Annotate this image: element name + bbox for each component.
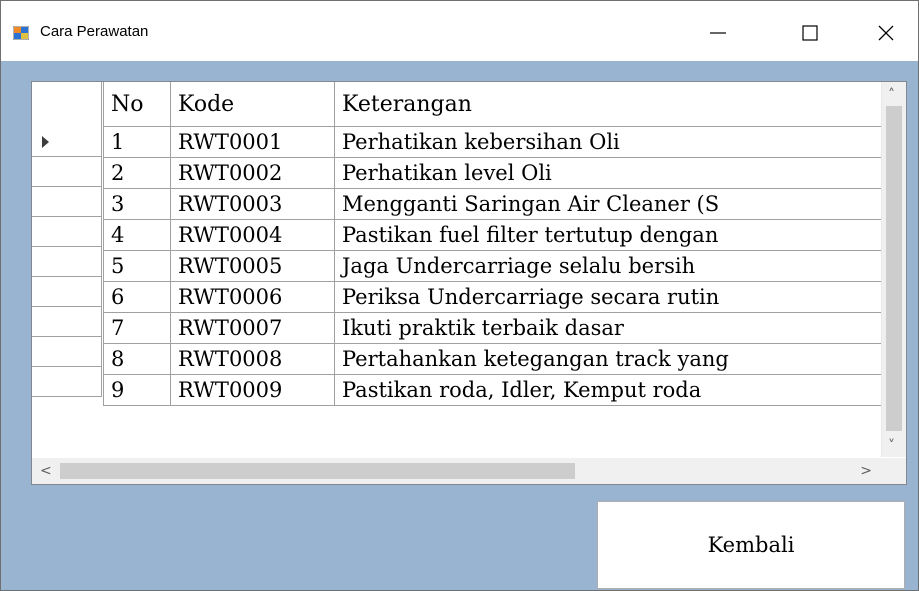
row-header-column: [32, 82, 102, 397]
cell-no[interactable]: 4: [103, 219, 171, 251]
scroll-down-icon[interactable]: ˅: [888, 439, 895, 453]
row-header-corner: [32, 82, 102, 127]
data-grid[interactable]: No Kode Keterangan 1 RWT0001 Perhatikan ke…: [31, 81, 907, 485]
cell-no[interactable]: 5: [103, 250, 171, 282]
maximize-button[interactable]: [787, 13, 833, 53]
cell-no[interactable]: 9: [103, 374, 171, 406]
cell-keterangan[interactable]: Pertahankan ketegangan track yang: [334, 343, 895, 375]
cell-keterangan[interactable]: Pastikan roda, Idler, Kemput roda: [334, 374, 895, 406]
cell-no[interactable]: 3: [103, 188, 171, 220]
row-header[interactable]: [32, 307, 102, 337]
window-title: Cara Perawatan: [40, 23, 149, 40]
column-header-row: No Kode Keterangan: [103, 82, 895, 127]
table-row[interactable]: 6 RWT0006 Periksa Undercarriage secara rut…: [103, 281, 895, 313]
close-icon: [878, 25, 894, 41]
cell-kode[interactable]: RWT0009: [170, 374, 335, 406]
scrollbar-corner: [882, 458, 906, 484]
scroll-up-icon[interactable]: ˄: [888, 88, 895, 102]
table-row[interactable]: 5 RWT0005 Jaga Undercarriage selalu bersih: [103, 250, 895, 282]
horizontal-scroll-thumb[interactable]: [60, 463, 575, 479]
row-header[interactable]: [32, 247, 102, 277]
cell-kode[interactable]: RWT0002: [170, 157, 335, 189]
minimize-icon: [710, 32, 726, 34]
table-row[interactable]: 8 RWT0008 Pertahankan ketegangan track yan…: [103, 343, 895, 375]
cell-no[interactable]: 7: [103, 312, 171, 344]
row-header[interactable]: [32, 187, 102, 217]
title-bar[interactable]: Cara Perawatan: [1, 1, 918, 61]
cell-keterangan[interactable]: Ikuti praktik terbaik dasar: [334, 312, 895, 344]
data-table: No Kode Keterangan 1 RWT0001 Perhatikan ke…: [103, 82, 895, 406]
cell-no[interactable]: 8: [103, 343, 171, 375]
cell-kode[interactable]: RWT0006: [170, 281, 335, 313]
cell-keterangan[interactable]: Jaga Undercarriage selalu bersih: [334, 250, 895, 282]
cell-kode[interactable]: RWT0004: [170, 219, 335, 251]
vertical-scrollbar[interactable]: ˄ ˅: [881, 82, 906, 457]
kembali-button[interactable]: Kembali: [597, 501, 905, 589]
row-header[interactable]: [32, 337, 102, 367]
row-header[interactable]: [32, 277, 102, 307]
cell-keterangan[interactable]: Mengganti Saringan Air Cleaner (S: [334, 188, 895, 220]
cell-kode[interactable]: RWT0001: [170, 126, 335, 158]
cell-no[interactable]: 1: [103, 126, 171, 158]
cell-no[interactable]: 6: [103, 281, 171, 313]
column-header-keterangan[interactable]: Keterangan: [334, 82, 895, 127]
current-row-pointer-icon: [42, 136, 49, 148]
row-header[interactable]: [32, 367, 102, 397]
scroll-left-icon[interactable]: <: [40, 464, 52, 478]
row-header[interactable]: [32, 127, 102, 157]
row-header[interactable]: [32, 217, 102, 247]
cell-kode[interactable]: RWT0005: [170, 250, 335, 282]
form-icon: [12, 25, 30, 41]
table-row[interactable]: 9 RWT0009 Pastikan roda, Idler, Kemput rod…: [103, 374, 895, 406]
cell-kode[interactable]: RWT0003: [170, 188, 335, 220]
cell-keterangan[interactable]: Perhatikan level Oli: [334, 157, 895, 189]
cell-keterangan[interactable]: Pastikan fuel filter tertutup dengan: [334, 219, 895, 251]
horizontal-scrollbar[interactable]: < >: [32, 458, 882, 484]
column-header-kode[interactable]: Kode: [170, 82, 335, 127]
app-window: Cara Perawatan No Kode Keterangan 1 RWT0…: [0, 0, 919, 591]
column-header-no[interactable]: No: [103, 82, 171, 127]
cell-kode[interactable]: RWT0007: [170, 312, 335, 344]
cell-keterangan[interactable]: Perhatikan kebersihan Oli: [334, 126, 895, 158]
maximize-icon: [802, 25, 818, 41]
vertical-scroll-thumb[interactable]: [886, 106, 902, 431]
cell-no[interactable]: 2: [103, 157, 171, 189]
scroll-right-icon[interactable]: >: [860, 464, 872, 478]
table-row[interactable]: 2 RWT0002 Perhatikan level Oli: [103, 157, 895, 189]
minimize-button[interactable]: [695, 13, 741, 53]
table-row[interactable]: 3 RWT0003 Mengganti Saringan Air Cleaner (…: [103, 188, 895, 220]
close-button[interactable]: [863, 13, 909, 53]
cell-keterangan[interactable]: Periksa Undercarriage secara rutin: [334, 281, 895, 313]
table-row[interactable]: 1 RWT0001 Perhatikan kebersihan Oli: [103, 126, 895, 158]
table-row[interactable]: 4 RWT0004 Pastikan fuel filter tertutup de…: [103, 219, 895, 251]
table-row[interactable]: 7 RWT0007 Ikuti praktik terbaik dasar: [103, 312, 895, 344]
cell-kode[interactable]: RWT0008: [170, 343, 335, 375]
row-header[interactable]: [32, 157, 102, 187]
